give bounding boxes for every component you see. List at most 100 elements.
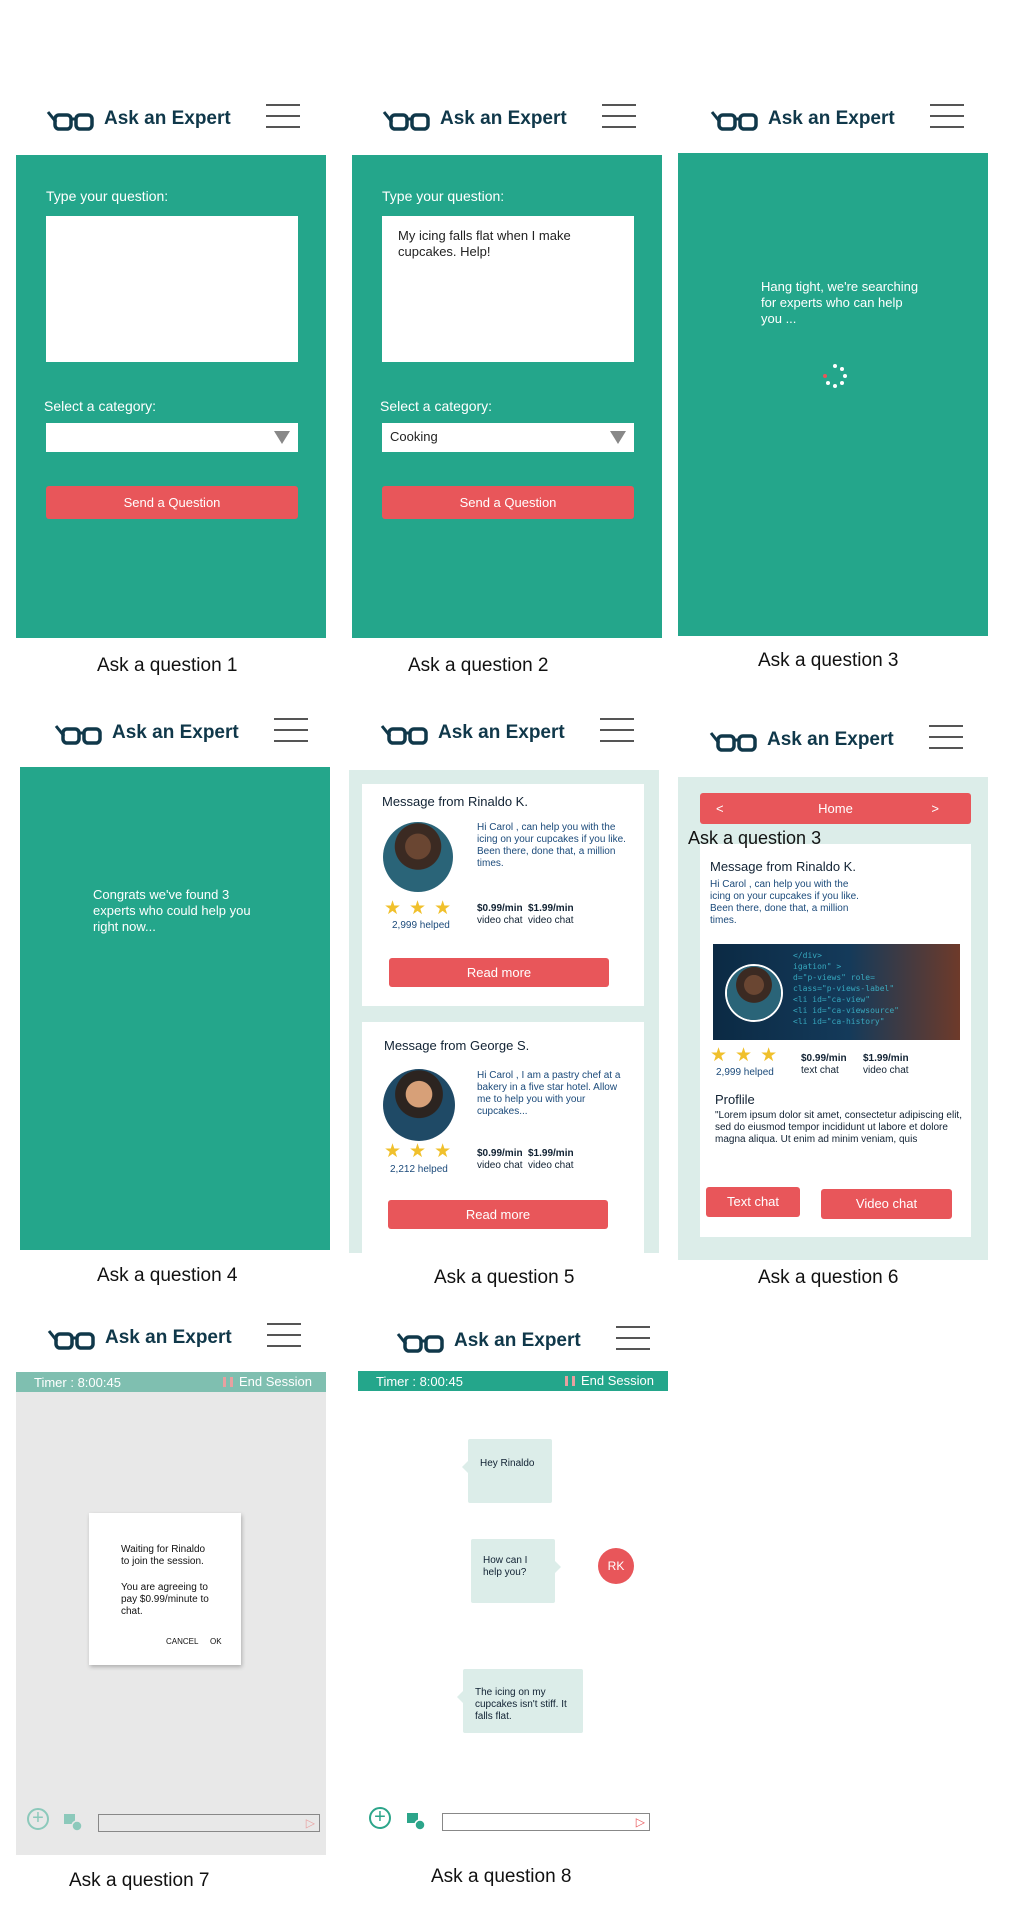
card-blurb: Hi Carol , I am a pastry chef at a baker… [477, 1070, 621, 1117]
end-session-button[interactable]: End Session [565, 1373, 654, 1388]
price-2-value: $1.99/min [528, 1148, 574, 1159]
pause-icon [565, 1376, 575, 1386]
hamburger-menu-icon[interactable] [602, 104, 636, 132]
hamburger-menu-icon[interactable] [266, 104, 300, 132]
category-select[interactable]: Cooking [382, 423, 634, 452]
category-select[interactable] [46, 423, 298, 452]
end-session-label: End Session [581, 1373, 654, 1388]
timer-bar: Timer : 8:00:45 End Session [16, 1372, 326, 1392]
dropdown-arrow-icon [274, 431, 290, 444]
profile-text: "Lorem ipsum dolor sit amet, consectetur… [715, 1110, 962, 1145]
app-header: Ask an Expert [54, 714, 308, 754]
app-header: Ask an Expert [396, 1322, 650, 1362]
hamburger-menu-icon[interactable] [274, 718, 308, 746]
app-header: Ask an Expert [710, 100, 964, 140]
price-2-sub: video chat [863, 1065, 909, 1076]
card-blurb: Hi Carol , can help you with the icing o… [710, 879, 859, 926]
screen-caption: Ask a question 7 [69, 1870, 210, 1891]
price-1-value: $0.99/min [477, 903, 523, 914]
send-question-button[interactable]: Send a Question [382, 486, 634, 519]
price-2-value: $1.99/min [863, 1053, 909, 1064]
glasses-logo-icon [709, 732, 757, 752]
app-brand: Ask an Expert [104, 108, 231, 129]
price-1-value: $0.99/min [801, 1053, 847, 1064]
expert-card: Message from Rinaldo K. Hi Carol , can h… [362, 784, 644, 1006]
price-2-sub: video chat [528, 1160, 574, 1171]
dialog-ok-button[interactable]: OK [210, 1637, 222, 1646]
read-more-button[interactable]: Read more [389, 958, 609, 987]
helped-count: 2,999 helped [392, 920, 450, 931]
glasses-logo-icon [54, 725, 102, 745]
send-icon[interactable]: ▷ [636, 1815, 645, 1829]
ask-form-panel: Type your question: Select a category: S… [16, 155, 326, 638]
screen-caption: Ask a question 6 [758, 1267, 899, 1288]
price-1: $0.99/min video chat [477, 903, 523, 927]
hamburger-menu-icon[interactable] [600, 718, 634, 746]
app-brand: Ask an Expert [438, 722, 565, 743]
glasses-logo-icon [396, 1333, 444, 1353]
nav-title[interactable]: Home [818, 801, 853, 816]
end-session-label: End Session [239, 1374, 312, 1389]
timer-bar: Timer : 8:00:45 End Session [358, 1371, 668, 1391]
expert-list-panel: Message from Rinaldo K. Hi Carol , can h… [349, 770, 659, 1253]
chat-message: Hey Rinaldo [462, 1439, 552, 1503]
home-nav-bar: < Home > [700, 793, 971, 824]
rating-stars: ★★★ [384, 898, 460, 919]
hamburger-menu-icon[interactable] [267, 1323, 301, 1351]
chat-message: The icing on my cupcakes isn't stiff. It… [457, 1669, 583, 1733]
hamburger-menu-icon[interactable] [616, 1326, 650, 1354]
send-question-button[interactable]: Send a Question [46, 486, 298, 519]
overlay-caption: Ask a question 3 [688, 828, 822, 848]
waiting-dialog: Waiting for Rinaldo to join the session.… [89, 1513, 241, 1665]
loading-spinner-icon [823, 364, 847, 388]
price-1-sub: video chat [477, 915, 523, 926]
found-panel: Congrats we've found 3 experts who could… [20, 767, 330, 1250]
rating-stars: ★★★ [384, 1141, 460, 1162]
send-icon[interactable]: ▷ [306, 1816, 315, 1830]
category-label: Select a category: [380, 398, 493, 414]
end-session-button[interactable]: End Session [223, 1374, 312, 1389]
screen-caption: Ask a question 3 [758, 650, 899, 671]
chat-input[interactable]: ▷ [442, 1813, 650, 1831]
text-chat-button[interactable]: Text chat [706, 1187, 800, 1217]
card-from: Message from Rinaldo K. [382, 794, 528, 809]
glasses-logo-icon [47, 1330, 95, 1350]
question-textarea[interactable] [46, 216, 298, 362]
expert-avatar [383, 1069, 455, 1141]
read-more-button[interactable]: Read more [388, 1200, 608, 1229]
nav-next-button[interactable]: > [931, 793, 939, 824]
app-brand: Ask an Expert [767, 729, 894, 750]
image-attach-icon[interactable] [63, 1812, 83, 1832]
app-header: Ask an Expert [46, 100, 300, 140]
screen-caption: Ask a question 5 [434, 1267, 575, 1288]
app-header: Ask an Expert [380, 714, 634, 754]
price-1-sub: video chat [477, 1160, 523, 1171]
hamburger-menu-icon[interactable] [929, 725, 963, 753]
chat-panel: Timer : 8:00:45 End Session Hey Rinaldo … [358, 1371, 668, 1854]
glasses-logo-icon [380, 725, 428, 745]
question-label: Type your question: [46, 188, 169, 204]
question-label: Type your question: [382, 188, 505, 204]
dialog-line1: Waiting for Rinaldo to join the session. [121, 1544, 206, 1567]
expert-avatar [383, 822, 453, 892]
profile-title: Proflile [715, 1092, 755, 1107]
expert-card: Message from George S. Hi Carol , I am a… [362, 1022, 644, 1253]
hamburger-menu-icon[interactable] [930, 104, 964, 132]
pause-icon [223, 1377, 233, 1387]
add-icon[interactable]: + [369, 1807, 391, 1829]
video-chat-button[interactable]: Video chat [821, 1189, 952, 1219]
price-2: $1.99/min video chat [528, 1148, 574, 1172]
dialog-cancel-button[interactable]: CANCEL [166, 1637, 198, 1646]
app-brand: Ask an Expert [768, 108, 895, 129]
add-icon[interactable]: + [27, 1808, 49, 1830]
image-attach-icon[interactable] [406, 1811, 426, 1831]
dropdown-arrow-icon [610, 431, 626, 444]
chat-input[interactable]: ▷ [98, 1814, 320, 1832]
question-textarea[interactable]: My icing falls flat when I make cupcakes… [382, 216, 634, 362]
nav-prev-button[interactable]: < [716, 793, 724, 824]
glasses-logo-icon [46, 111, 94, 131]
helped-count: 2,212 helped [390, 1164, 448, 1175]
app-brand: Ask an Expert [454, 1330, 581, 1351]
app-brand: Ask an Expert [112, 722, 239, 743]
screen-caption: Ask a question 8 [431, 1866, 572, 1887]
